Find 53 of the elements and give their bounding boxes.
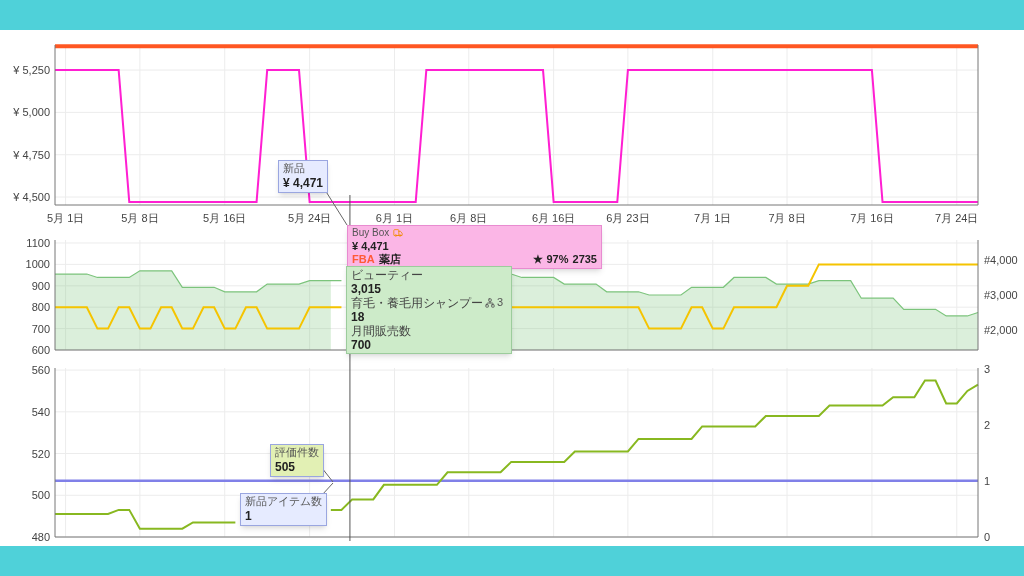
axis-label: ¥ 4,500 <box>13 191 50 204</box>
axis-label: 800 <box>31 301 50 314</box>
axis-label: 2 <box>984 419 991 431</box>
axis-label: 7月 24日 <box>935 212 979 224</box>
axis-label: 1 <box>984 475 991 487</box>
axis-label: 5月 24日 <box>287 212 332 224</box>
axis-label: 7月 8日 <box>768 212 806 224</box>
axis-label: 7月 16日 <box>850 212 894 224</box>
axis-label: ¥ 5,250 <box>13 64 50 77</box>
tooltip-value: ¥ 4,471 <box>283 175 324 191</box>
axis-label: #4,000 <box>984 254 1018 266</box>
axis-label: 700 <box>31 322 50 335</box>
axis-label: 540 <box>31 405 50 418</box>
axis-label: 1100 <box>26 237 50 249</box>
axis-label: 560 <box>31 364 50 377</box>
tooltip-value: 3,015 <box>351 282 383 296</box>
fulfillment-label: FBA <box>352 253 375 267</box>
tooltip-title: 育毛・養毛用シャンプー <box>351 296 483 310</box>
tooltip-title: 新品 <box>283 162 306 176</box>
axis-label: 3 <box>984 363 991 375</box>
axis-label: 5月 16日 <box>203 212 247 224</box>
tooltip-title: 月間販売数 <box>351 324 411 338</box>
rating-count: 2735 <box>572 253 597 267</box>
axis-label: 6月 23日 <box>606 212 650 224</box>
axis-label: ¥ 4,750 <box>13 148 50 161</box>
tooltip-value: 1 <box>245 508 253 524</box>
axis-label: 500 <box>31 489 50 502</box>
axis-label: 1000 <box>25 258 50 271</box>
axis-label: 6月 8日 <box>450 212 488 224</box>
axis-label: 0 <box>984 531 991 543</box>
axis-label: 6月 1日 <box>375 212 414 224</box>
axis-label: 480 <box>31 531 50 543</box>
tooltip-value: 700 <box>351 338 373 352</box>
tooltip-value: ¥ 4,471 <box>352 239 390 253</box>
axis-label: ¥ 5,000 <box>13 106 50 119</box>
axis-label: 900 <box>31 279 50 292</box>
seller-name: 薬店 <box>378 253 401 267</box>
axis-label: 6月 16日 <box>531 212 576 224</box>
axis-label: 600 <box>31 344 50 355</box>
tooltip-title: 評価件数 <box>275 446 319 460</box>
tooltip-title: 新品アイテム数 <box>245 495 322 509</box>
tooltip-value: 18 <box>351 310 366 324</box>
axis-label: 7月 1日 <box>694 212 732 224</box>
axis-label: #2,000 <box>984 324 1018 336</box>
seller-rating: ★ 97% <box>533 253 569 267</box>
axis-label: 520 <box>31 447 50 460</box>
tooltip-title: ビューティー <box>351 268 423 282</box>
tooltip-title: Buy Box <box>352 227 390 240</box>
tooltip-value: 505 <box>275 459 297 475</box>
axis-label: #3,000 <box>984 289 1018 301</box>
axis-label: 5月 8日 <box>121 212 159 224</box>
category-level: 3 <box>497 296 504 310</box>
axis-label: 5月 1日 <box>46 212 85 224</box>
